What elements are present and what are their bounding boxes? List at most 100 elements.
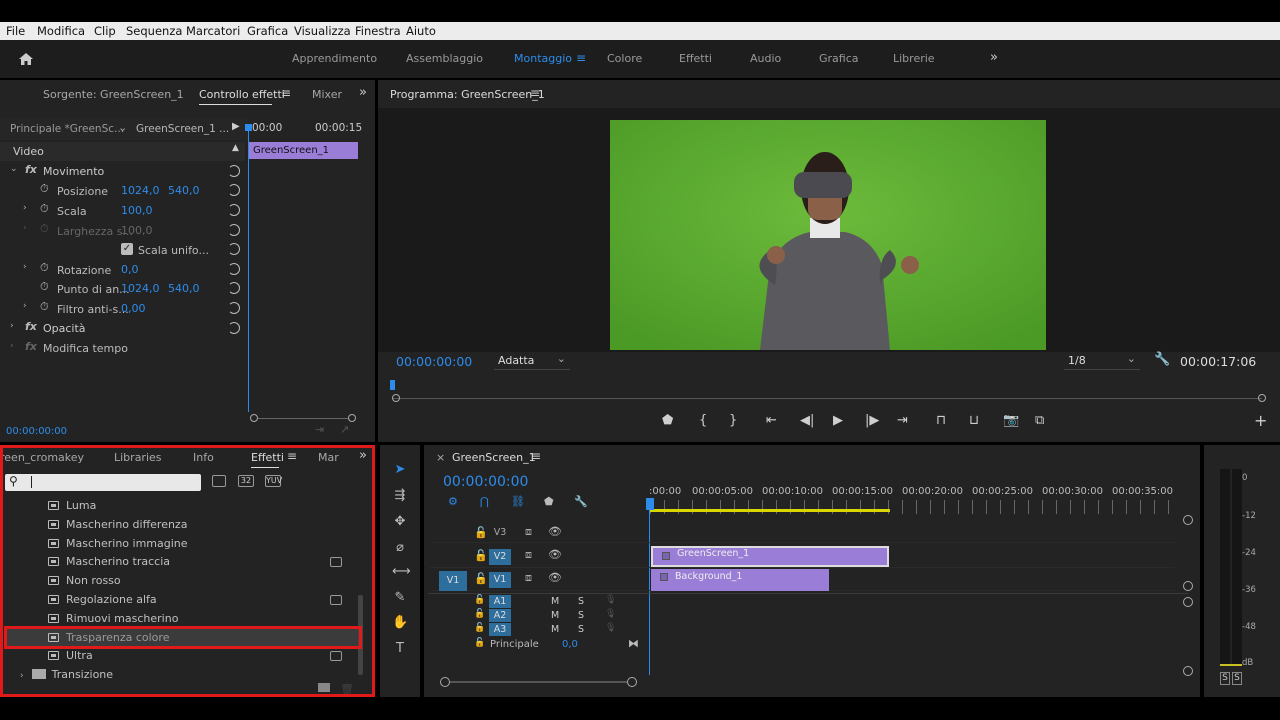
linked-selection-icon[interactable]: ⛓ (511, 495, 525, 508)
lift-icon[interactable]: ⊓ (936, 413, 946, 428)
stopwatch-icon[interactable]: ⏱ (40, 202, 49, 216)
timeline-playhead-handle[interactable] (646, 498, 654, 510)
property-row[interactable]: › ⏱ Scala 100,0 (0, 201, 245, 220)
step-back-icon[interactable]: ◀| (800, 413, 814, 428)
effect-controls-timecode[interactable]: 00:00:00:00 (6, 426, 67, 437)
folder-item[interactable]: › Transizione (20, 666, 113, 684)
property-row[interactable]: › ⏱ Filtro anti-s... 0,00 (0, 299, 245, 318)
export-icon[interactable]: ↗ (340, 423, 349, 436)
reset-icon[interactable] (228, 165, 240, 177)
workspace-tab-montaggio[interactable]: Montaggio (514, 52, 572, 65)
workspace-tab-colore[interactable]: Colore (607, 52, 642, 65)
menu-clip[interactable]: Clip (94, 24, 116, 38)
vertical-zoom-handle[interactable] (1183, 581, 1193, 591)
property-value-x[interactable]: 1024,0 (121, 184, 160, 197)
effect-item-selected[interactable]: Trasparenza colore (48, 629, 169, 647)
opacita-row[interactable]: › fx Opacità (0, 319, 245, 338)
expand-arrow-icon[interactable]: › (23, 203, 27, 213)
panel-menu-icon[interactable]: ≡ (281, 86, 291, 100)
mute-button[interactable]: M (551, 610, 559, 621)
horizontal-scrollbar[interactable] (450, 681, 627, 683)
effect-item[interactable]: Rimuovi mascherino (48, 610, 178, 628)
property-value-x[interactable]: 1024,0 (121, 282, 160, 295)
mini-timeline-clip[interactable]: GreenScreen_1 (248, 142, 358, 159)
stopwatch-icon[interactable]: ⏱ (40, 300, 49, 314)
mute-button[interactable]: M (551, 596, 559, 607)
property-value-y[interactable]: 540,0 (168, 184, 200, 197)
slip-tool-icon[interactable]: ⟷ (392, 564, 411, 580)
add-marker-icon[interactable]: ⬟ (544, 495, 554, 508)
effect-item[interactable]: Mascherino traccia (48, 553, 170, 571)
horizontal-zoom-left[interactable] (440, 677, 450, 687)
home-icon[interactable] (18, 52, 34, 66)
expand-arrow-icon[interactable]: › (23, 301, 27, 311)
checkbox-checked-icon[interactable]: ✓ (121, 243, 133, 255)
greenscreen-clip[interactable]: GreenScreen_1 (651, 546, 889, 567)
scrollbar[interactable] (358, 595, 363, 675)
step-forward-icon[interactable]: |▶ (865, 413, 879, 428)
lock-icon[interactable]: 🔓 (474, 595, 485, 605)
effect-item[interactable]: Mascherino immagine (48, 535, 188, 553)
expand-arrow-icon[interactable]: › (10, 321, 14, 331)
vertical-zoom-handle[interactable] (1183, 597, 1193, 607)
fx-icon[interactable]: fx (25, 163, 37, 176)
zoom-handle-right[interactable] (348, 414, 356, 422)
mark-in-icon[interactable]: { (699, 413, 707, 428)
microphone-icon[interactable]: 🎙 (605, 623, 616, 633)
property-row[interactable]: ⏱ Punto di an... 1024,0 540,0 (0, 279, 245, 298)
property-row[interactable]: › ⏱ Rotazione 0,0 (0, 260, 245, 279)
program-timecode[interactable]: 00:00:00:00 (396, 354, 472, 369)
accelerated-effects-icon[interactable] (212, 475, 226, 487)
go-to-out-icon[interactable]: ⇥ (897, 413, 908, 428)
master-value[interactable]: 0,0 (562, 639, 578, 650)
stopwatch-icon[interactable]: ⏱ (40, 261, 49, 275)
expand-arrow-icon[interactable]: › (23, 262, 27, 272)
go-to-in-icon[interactable]: ⇤ (766, 413, 777, 428)
movimento-row[interactable]: ⌄ fx Movimento (0, 162, 245, 181)
eye-icon[interactable]: 👁 (548, 571, 562, 584)
master-clip-label[interactable]: Principale *GreenSc... (10, 123, 124, 135)
panel-menu-icon[interactable]: ≡ (530, 86, 540, 100)
video-frame[interactable] (610, 120, 1046, 350)
reset-icon[interactable] (228, 302, 240, 314)
tab-libraries[interactable]: Libraries (114, 451, 162, 464)
tab-project[interactable]: reen_cromakey (0, 451, 84, 464)
expand-arrow-icon[interactable]: › (20, 671, 24, 681)
program-title[interactable]: Programma: GreenScreen_1 (390, 88, 545, 101)
mark-out-icon[interactable]: } (729, 413, 737, 428)
yuv-effects-icon[interactable]: YUV (265, 475, 282, 487)
expand-arrow-icon[interactable]: ⌄ (10, 164, 18, 174)
effect-item[interactable]: Ultra (48, 647, 93, 665)
modifica-tempo-row[interactable]: › fx Modifica tempo (0, 339, 245, 358)
hand-tool-icon[interactable]: ✋ (392, 615, 408, 631)
video-viewer[interactable] (378, 108, 1280, 352)
add-button-icon[interactable]: + (1254, 411, 1267, 430)
sync-lock-icon[interactable]: ⧈ (525, 571, 532, 585)
resolution-dropdown[interactable]: 1/8 ⌄ (1064, 352, 1140, 370)
lock-icon[interactable]: 🔓 (474, 638, 485, 648)
menu-marcatori[interactable]: Marcatori (186, 24, 240, 38)
lock-icon[interactable]: 🔓 (474, 572, 488, 585)
mute-button[interactable]: M (551, 624, 559, 635)
zoom-handle-right[interactable] (1258, 394, 1266, 402)
solo-button[interactable]: S (578, 596, 584, 607)
tab-markers[interactable]: Mar (318, 451, 339, 464)
more-workspaces-icon[interactable]: » (990, 50, 998, 65)
sync-lock-icon[interactable]: ⧈ (525, 525, 532, 539)
add-marker-icon[interactable]: ⬟ (662, 413, 673, 428)
wrench-icon[interactable]: 🔧 (1154, 352, 1170, 367)
workspace-tab-assemblaggio[interactable]: Assemblaggio (406, 52, 483, 65)
property-value-y[interactable]: 540,0 (168, 282, 200, 295)
new-folder-icon[interactable] (318, 683, 330, 692)
zoom-handle-left[interactable] (392, 394, 400, 402)
vertical-zoom-handle[interactable] (1183, 666, 1193, 676)
property-value[interactable]: 0,00 (121, 302, 146, 315)
play-only-icon[interactable]: ▶ (232, 121, 240, 132)
chevron-down-icon[interactable]: ⌄ (118, 121, 127, 134)
zoom-bar[interactable] (258, 418, 348, 419)
pen-tool-icon[interactable]: ✎ (392, 590, 408, 606)
menu-aiuto[interactable]: Aiuto (406, 24, 436, 38)
property-row[interactable]: ⏱ Posizione 1024,0 540,0 (0, 181, 245, 200)
workspace-tab-librerie[interactable]: Librerie (893, 52, 935, 65)
effect-item[interactable]: Non rosso (48, 572, 121, 590)
